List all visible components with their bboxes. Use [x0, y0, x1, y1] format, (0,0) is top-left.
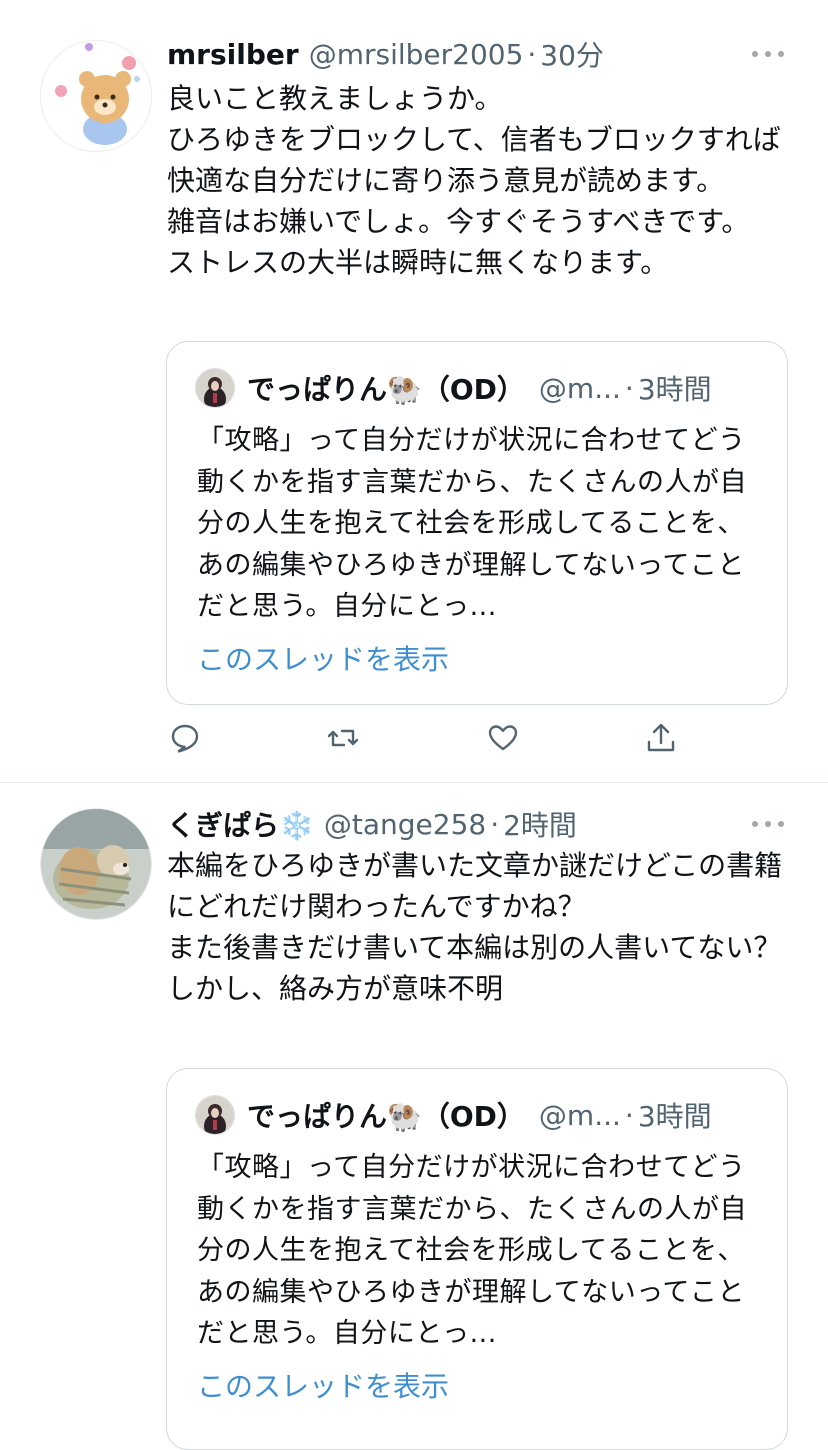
like-icon[interactable]	[485, 720, 521, 756]
tweet-text: 良いこと教えましょうか。 ひろゆきをブロックして、信者もブロックすれば快適な自分…	[167, 82, 781, 279]
author-name[interactable]: mrsilber	[167, 38, 299, 71]
separator: ·	[624, 1098, 634, 1132]
quoted-timestamp: 3時間	[637, 1100, 712, 1133]
quoted-avatar	[195, 368, 235, 408]
author-handle[interactable]: @mrsilber2005	[309, 38, 524, 71]
author-name[interactable]: くぎぱら❄️	[167, 804, 314, 844]
quoted-text: 「攻略」って自分だけが状況に合わせてどう動くかを指す言葉だから、たくさんの人が自…	[197, 425, 747, 622]
bear-avatar[interactable]	[40, 40, 152, 152]
action-bar	[167, 720, 687, 760]
quoted-author-name: でっぱりん🐏（OD）	[247, 373, 525, 406]
timestamp[interactable]: 30分	[540, 34, 604, 74]
quoted-text: 「攻略」って自分だけが状況に合わせてどう動くかを指す言葉だから、たくさんの人が自…	[197, 1152, 747, 1349]
more-options-icon[interactable]	[752, 44, 784, 64]
separator: ·	[624, 371, 634, 405]
retweet-icon[interactable]	[325, 720, 361, 756]
separator: ·	[527, 37, 537, 71]
tweet[interactable]: くぎぱら❄️ @tange258 · 2時間 本編をひろゆきが書いた文章か謎だけ…	[0, 770, 828, 1450]
share-icon[interactable]	[643, 720, 679, 756]
show-thread-link[interactable]: このスレッドを表示	[197, 1365, 449, 1405]
quoted-author-handle: @m...	[538, 371, 621, 405]
quoted-author-name: でっぱりん🐏（OD）	[247, 1100, 525, 1133]
timestamp[interactable]: 2時間	[503, 804, 577, 844]
quoted-author-handle: @m...	[538, 1098, 621, 1132]
more-options-icon[interactable]	[752, 814, 784, 834]
quoted-avatar	[195, 1095, 235, 1135]
quoted-timestamp: 3時間	[637, 373, 712, 406]
reply-icon[interactable]	[167, 720, 203, 756]
separator: ·	[490, 807, 500, 841]
author-handle[interactable]: @tange258	[324, 808, 486, 841]
show-thread-link[interactable]: このスレッドを表示	[197, 638, 449, 678]
tweet-text: 本編をひろゆきが書いた文章か謎だけどこの書籍にどれだけ関わったんですかね？ また…	[167, 849, 783, 1005]
quoted-tweet[interactable]: でっぱりん🐏（OD） @m... · 3時間 「攻略」って自分だけが状況に合わせ…	[166, 341, 788, 705]
dog-avatar[interactable]	[40, 808, 152, 920]
quoted-tweet[interactable]: でっぱりん🐏（OD） @m... · 3時間 「攻略」って自分だけが状況に合わせ…	[166, 1068, 788, 1450]
tweet[interactable]: mrsilber @mrsilber2005 · 30分 良いこと教えましょうか…	[0, 0, 828, 782]
